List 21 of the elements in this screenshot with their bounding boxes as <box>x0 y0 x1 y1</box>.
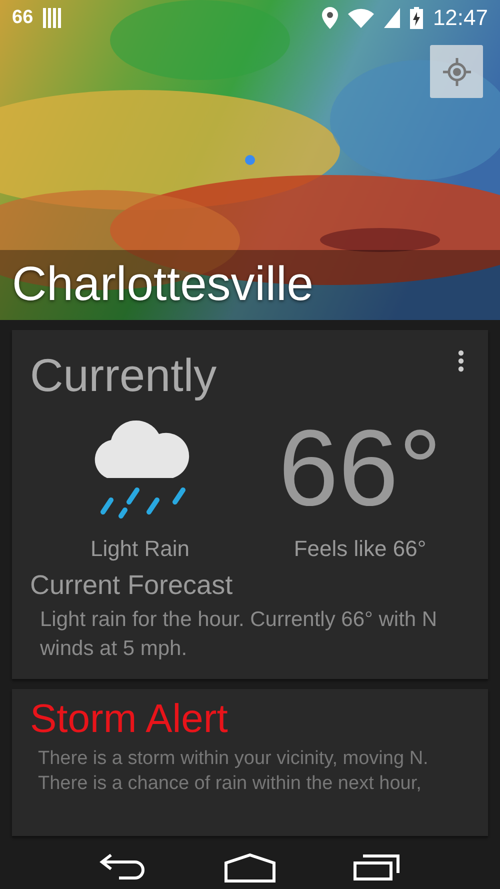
temperature: 66° <box>278 412 442 524</box>
crosshair-icon <box>442 58 470 86</box>
more-icon <box>458 350 464 372</box>
my-location-button[interactable] <box>430 45 483 98</box>
location-icon <box>322 7 338 29</box>
city-name: Charlottesville <box>12 257 314 312</box>
clock: 12:47 <box>432 5 488 31</box>
feels-like-label: Feels like 66° <box>294 536 426 562</box>
home-button[interactable] <box>224 853 276 883</box>
recent-apps-button[interactable] <box>353 853 402 883</box>
forecast-text: Light rain for the hour. Currently 66° with N winds at 5 mph. <box>40 607 438 662</box>
alert-title: Storm Alert <box>30 697 229 742</box>
wifi-icon <box>348 8 374 28</box>
section-title: Current Forecast <box>30 570 234 601</box>
notification-icon <box>43 8 62 28</box>
condition-label: Light Rain <box>90 536 190 562</box>
signal-icon <box>384 8 400 28</box>
battery-icon <box>410 7 423 29</box>
temperature-indicator: 66 <box>12 7 34 29</box>
alert-text: There is a storm within your vicinity, moving N. There is a chance of rain within the next hour, <box>38 747 430 796</box>
card-title: Currently <box>30 348 218 402</box>
